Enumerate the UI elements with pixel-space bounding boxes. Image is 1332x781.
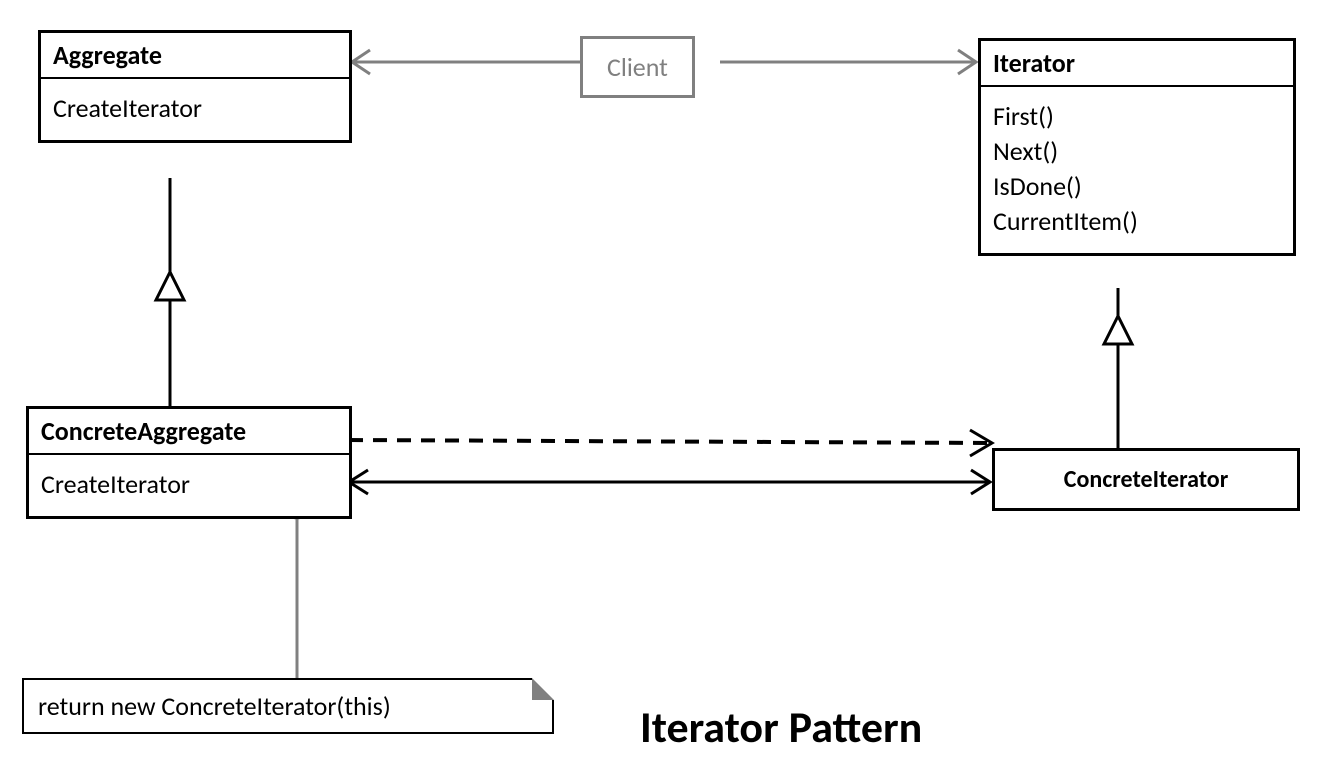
class-aggregate-body: CreateIterator [41,79,349,140]
class-concrete-aggregate-body: CreateIterator [29,455,349,516]
class-aggregate: Aggregate CreateIterator [38,30,352,143]
concrete-aggregate-method-0: CreateIterator [41,467,337,502]
diagram-title: Iterator Pattern [640,700,922,754]
class-aggregate-name: Aggregate [41,33,349,79]
class-iterator-body: First() Next() IsDone() CurrentItem() [981,87,1293,253]
class-iterator-name: Iterator [981,41,1293,87]
client-label: Client [607,51,668,83]
class-iterator: Iterator First() Next() IsDone() Current… [978,38,1296,256]
class-concrete-iterator: ConcreteIterator [992,448,1300,511]
iterator-method-0: First() [993,99,1281,134]
class-concrete-iterator-name: ConcreteIterator [1064,465,1228,494]
iterator-method-2: IsDone() [993,169,1281,204]
class-client: Client [580,36,695,98]
note-fold-icon [532,678,554,700]
class-concrete-aggregate-name: ConcreteAggregate [29,409,349,455]
iterator-method-1: Next() [993,134,1281,169]
class-concrete-aggregate: ConcreteAggregate CreateIterator [26,406,352,519]
note-text: return new ConcreteIterator(this) [38,690,391,722]
aggregate-method-0: CreateIterator [53,91,337,126]
iterator-method-3: CurrentItem() [993,204,1281,239]
note-return-concrete-iterator: return new ConcreteIterator(this) [22,678,554,734]
